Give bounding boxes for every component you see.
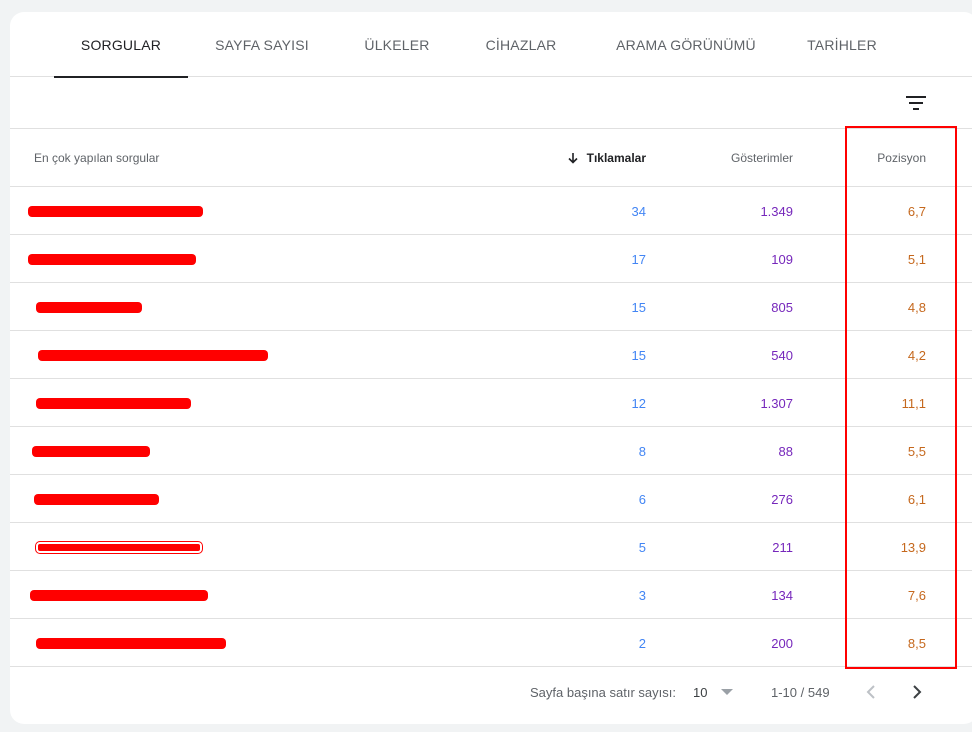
- redaction-mark: [38, 350, 268, 361]
- clicks-cell: 2: [638, 635, 646, 651]
- tab-search-appearance[interactable]: ARAMA GÖRÜNÜMÜ: [596, 12, 776, 77]
- redaction-mark: [36, 302, 142, 313]
- impressions-cell: 88: [778, 443, 793, 459]
- rows-per-page-label: Sayfa başına satır sayısı:: [530, 684, 676, 700]
- performance-card: SORGULAR SAYFA SAYISI ÜLKELER CİHAZLAR A…: [10, 12, 972, 724]
- clicks-cell: 34: [631, 203, 646, 219]
- redaction-mark: [28, 206, 203, 217]
- table-header: En çok yapılan sorgular Tıklamalar Göste…: [10, 129, 972, 187]
- impressions-cell: 134: [771, 587, 793, 603]
- table-row[interactable]: 3 134 7,6: [10, 571, 972, 619]
- impressions-cell: 109: [771, 251, 793, 267]
- clicks-cell: 15: [631, 347, 646, 363]
- chevron-right-icon: [913, 685, 922, 699]
- impressions-cell: 200: [771, 635, 793, 651]
- clicks-cell: 15: [631, 299, 646, 315]
- filter-button[interactable]: [902, 89, 930, 117]
- table-row[interactable]: 5 211 13,9: [10, 523, 972, 571]
- table-row[interactable]: 6 276 6,1: [10, 475, 972, 523]
- chevron-left-icon: [866, 685, 875, 699]
- table-row[interactable]: 17 109 5,1: [10, 235, 972, 283]
- pagination: Sayfa başına satır sayısı: 10 1-10 / 549: [10, 667, 972, 724]
- impressions-cell: 1.349: [760, 203, 793, 219]
- position-cell: 13,9: [900, 539, 926, 555]
- impressions-cell: 1.307: [760, 395, 793, 411]
- rows-per-page-value: 10: [693, 684, 708, 700]
- table-row[interactable]: 15 540 4,2: [10, 331, 972, 379]
- table-row[interactable]: 15 805 4,8: [10, 283, 972, 331]
- header-queries[interactable]: En çok yapılan sorgular: [34, 129, 159, 187]
- tab-queries[interactable]: SORGULAR: [54, 12, 188, 78]
- clicks-cell: 17: [631, 251, 646, 267]
- next-page-button[interactable]: [912, 667, 922, 717]
- position-cell: 6,7: [907, 203, 926, 219]
- redaction-mark: [35, 541, 203, 554]
- position-cell: 4,2: [907, 347, 926, 363]
- tab-countries[interactable]: ÜLKELER: [344, 12, 450, 77]
- rows-per-page-select[interactable]: 10: [693, 667, 734, 717]
- table-row[interactable]: 34 1.349 6,7: [10, 187, 972, 235]
- header-position[interactable]: Pozisyon: [840, 129, 926, 187]
- report-tabs: SORGULAR SAYFA SAYISI ÜLKELER CİHAZLAR A…: [10, 12, 972, 78]
- position-cell: 7,6: [907, 587, 926, 603]
- arrow-down-icon: [567, 152, 579, 164]
- redaction-mark: [32, 446, 150, 457]
- clicks-cell: 3: [638, 587, 646, 603]
- clicks-cell: 8: [638, 443, 646, 459]
- clicks-cell: 5: [638, 539, 646, 555]
- position-cell: 4,8: [907, 299, 926, 315]
- clicks-cell: 12: [631, 395, 646, 411]
- caret-down-icon: [721, 689, 734, 695]
- position-cell: 6,1: [907, 491, 926, 507]
- redaction-mark: [30, 590, 208, 601]
- table-row[interactable]: 8 88 5,5: [10, 427, 972, 475]
- impressions-cell: 540: [771, 347, 793, 363]
- table-toolbar: [10, 77, 972, 129]
- table-row[interactable]: 12 1.307 11,1: [10, 379, 972, 427]
- redaction-mark: [34, 494, 159, 505]
- impressions-cell: 211: [772, 539, 793, 555]
- redaction-mark: [36, 398, 191, 409]
- table-row[interactable]: 2 200 8,5: [10, 619, 972, 667]
- tab-pages[interactable]: SAYFA SAYISI: [200, 12, 324, 77]
- impressions-cell: 805: [771, 299, 793, 315]
- header-impressions[interactable]: Gösterimler: [690, 129, 793, 187]
- tab-devices[interactable]: CİHAZLAR: [466, 12, 576, 77]
- filter-icon: [906, 96, 926, 110]
- position-cell: 5,1: [907, 251, 926, 267]
- header-clicks-label: Tıklamalar: [586, 151, 646, 165]
- position-cell: 8,5: [907, 635, 926, 651]
- redaction-mark: [28, 254, 196, 265]
- position-cell: 5,5: [907, 443, 926, 459]
- clicks-cell: 6: [638, 491, 646, 507]
- previous-page-button[interactable]: [866, 667, 876, 717]
- header-clicks[interactable]: Tıklamalar: [566, 129, 646, 187]
- page-range: 1-10 / 549: [771, 684, 830, 700]
- position-cell: 11,1: [901, 395, 926, 411]
- redaction-mark: [36, 638, 226, 649]
- tab-dates[interactable]: TARİHLER: [792, 12, 892, 77]
- impressions-cell: 276: [771, 491, 793, 507]
